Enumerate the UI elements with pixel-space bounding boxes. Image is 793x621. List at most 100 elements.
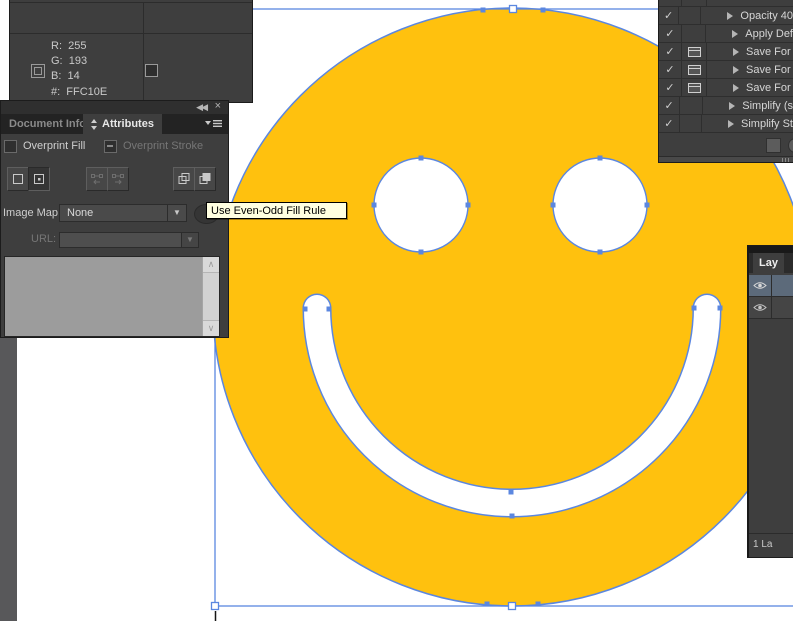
anchor-point[interactable] — [485, 602, 490, 607]
dont-show-center-button[interactable] — [7, 167, 29, 191]
reverse-path-direction-off-button[interactable] — [86, 167, 108, 191]
close-panel-icon[interactable]: × — [215, 100, 221, 112]
disclosure-triangle-icon[interactable] — [733, 66, 739, 74]
anchor-point[interactable] — [466, 203, 471, 208]
show-center-button[interactable] — [28, 167, 50, 191]
url-combo-box[interactable]: ▼ — [59, 232, 199, 248]
disclosure-triangle-icon[interactable] — [729, 102, 735, 110]
disclosure-triangle-icon[interactable] — [732, 30, 738, 38]
right-eye-shape[interactable] — [553, 158, 647, 252]
url-history-listbox[interactable]: ∧ ∨ — [4, 256, 220, 337]
tab-layers[interactable]: Lay — [753, 253, 784, 273]
actions-row[interactable]: ✓ Apply Def — [659, 25, 793, 43]
action-label: Save For — [746, 46, 791, 58]
disclosure-triangle-icon[interactable] — [728, 120, 734, 128]
overprint-stroke-checkbox[interactable] — [104, 140, 117, 153]
image-map-label: Image Map: — [3, 207, 61, 219]
toggle-item-checkmark-icon[interactable]: ✓ — [659, 115, 680, 132]
toggle-item-checkmark-icon[interactable]: ✓ — [659, 97, 680, 114]
overprint-fill-row: Overprint Fill — [4, 139, 85, 153]
info-panel-gridline — [10, 2, 252, 3]
anchor-point[interactable] — [303, 307, 308, 312]
dialog-toggle-icon[interactable] — [688, 83, 701, 93]
actions-row[interactable]: ✓ Opacity 40 — [659, 7, 793, 25]
actions-row[interactable]: ✓ Save For — [659, 43, 793, 61]
toggle-item-checkmark-icon[interactable]: ✓ — [659, 61, 682, 78]
anchor-point[interactable] — [510, 514, 515, 519]
collapse-panel-icon[interactable]: ◀◀ — [196, 102, 206, 113]
dialog-toggle-icon[interactable] — [688, 47, 701, 57]
dialog-toggle-cell[interactable] — [682, 79, 707, 96]
listbox-scrollbar[interactable]: ∧ ∨ — [202, 257, 219, 336]
actions-row[interactable]: ✓ Save For — [659, 79, 793, 97]
anchor-point[interactable] — [372, 203, 377, 208]
anchor-point[interactable] — [551, 203, 556, 208]
actions-row[interactable]: ✓ Simplify St — [659, 115, 793, 133]
layers-panel-titlebar[interactable] — [749, 246, 793, 253]
toggle-item-checkmark-icon[interactable]: ✓ — [659, 79, 682, 96]
reverse-path-direction-on-button[interactable] — [107, 167, 129, 191]
tab-document-info[interactable]: Document Info — [1, 114, 94, 134]
record-button[interactable] — [788, 138, 793, 153]
actions-row[interactable]: ✓ Save For — [659, 61, 793, 79]
layer-row[interactable] — [749, 297, 793, 319]
info-panel-divider — [143, 2, 144, 102]
panel-resize-grip[interactable] — [659, 156, 793, 163]
dialog-toggle-icon[interactable] — [688, 65, 701, 75]
actions-row[interactable]: ✓ Simplify (s — [659, 97, 793, 115]
fill-red-value: R: 255 — [51, 40, 86, 52]
layers-panel: Lay 1 La — [747, 245, 793, 558]
dropdown-arrow-icon[interactable]: ▼ — [167, 205, 186, 221]
eye-icon — [753, 303, 767, 312]
anchor-point[interactable] — [598, 250, 603, 255]
anchor-point[interactable] — [419, 250, 424, 255]
overprint-stroke-row: Overprint Stroke — [104, 139, 203, 153]
anchor-point[interactable] — [481, 8, 486, 13]
scroll-down-icon[interactable]: ∨ — [203, 320, 219, 336]
dialog-toggle-cell[interactable] — [679, 7, 701, 24]
anchor-point[interactable] — [536, 602, 541, 607]
anchor-point[interactable] — [327, 307, 332, 312]
anchor-point[interactable] — [598, 156, 603, 161]
non-zero-winding-fill-rule-button[interactable] — [173, 167, 195, 191]
actions-panel: ✓ Opacity 40 ✓ Apply Def ✓ Save For ✓ Sa… — [658, 0, 793, 163]
scroll-up-icon[interactable]: ∧ — [203, 257, 219, 273]
action-label: Apply Def — [745, 28, 793, 40]
action-label: Save For — [746, 64, 791, 76]
dialog-toggle-cell[interactable] — [680, 97, 703, 114]
anchor-point[interactable] — [509, 490, 514, 495]
overprint-fill-checkbox[interactable] — [4, 140, 17, 153]
dialog-toggle-cell[interactable] — [682, 43, 707, 60]
left-eye-shape[interactable] — [374, 158, 468, 252]
even-odd-fill-rule-button[interactable] — [194, 167, 216, 191]
dialog-toggle-cell[interactable] — [682, 25, 707, 42]
panel-menu-icon[interactable] — [205, 118, 222, 129]
anchor-point[interactable] — [718, 306, 723, 311]
dialog-toggle-cell[interactable] — [682, 61, 707, 78]
visibility-toggle[interactable] — [749, 275, 772, 296]
dialog-toggle-cell[interactable] — [680, 115, 702, 132]
toggle-item-checkmark-icon[interactable]: ✓ — [659, 43, 682, 60]
selection-handle-corner[interactable] — [212, 603, 219, 610]
stop-playing-button[interactable] — [766, 138, 781, 153]
image-map-dropdown[interactable]: None ▼ — [59, 204, 187, 222]
layer-row-selected[interactable] — [749, 275, 793, 297]
anchor-point[interactable] — [419, 156, 424, 161]
grip-lines-icon — [782, 158, 791, 162]
anchor-point[interactable] — [541, 8, 546, 13]
attributes-tab-bar: Document Info Attributes — [1, 114, 228, 134]
info-panel: R: 255 G: 193 B: 14 #: FFC10E — [9, 0, 253, 103]
anchor-point[interactable] — [645, 203, 650, 208]
layers-count-status: 1 La — [749, 534, 793, 550]
disclosure-triangle-icon[interactable] — [733, 84, 739, 92]
selection-handle-bottom[interactable] — [509, 603, 516, 610]
overprint-stroke-label: Overprint Stroke — [123, 140, 203, 152]
toggle-item-checkmark-icon[interactable]: ✓ — [659, 25, 682, 42]
toggle-item-checkmark-icon[interactable]: ✓ — [659, 7, 679, 24]
visibility-toggle[interactable] — [749, 297, 772, 318]
disclosure-triangle-icon[interactable] — [733, 48, 739, 56]
tab-attributes[interactable]: Attributes — [83, 114, 162, 134]
disclosure-triangle-icon[interactable] — [727, 12, 733, 20]
selection-handle-top[interactable] — [510, 6, 517, 13]
anchor-point[interactable] — [692, 306, 697, 311]
